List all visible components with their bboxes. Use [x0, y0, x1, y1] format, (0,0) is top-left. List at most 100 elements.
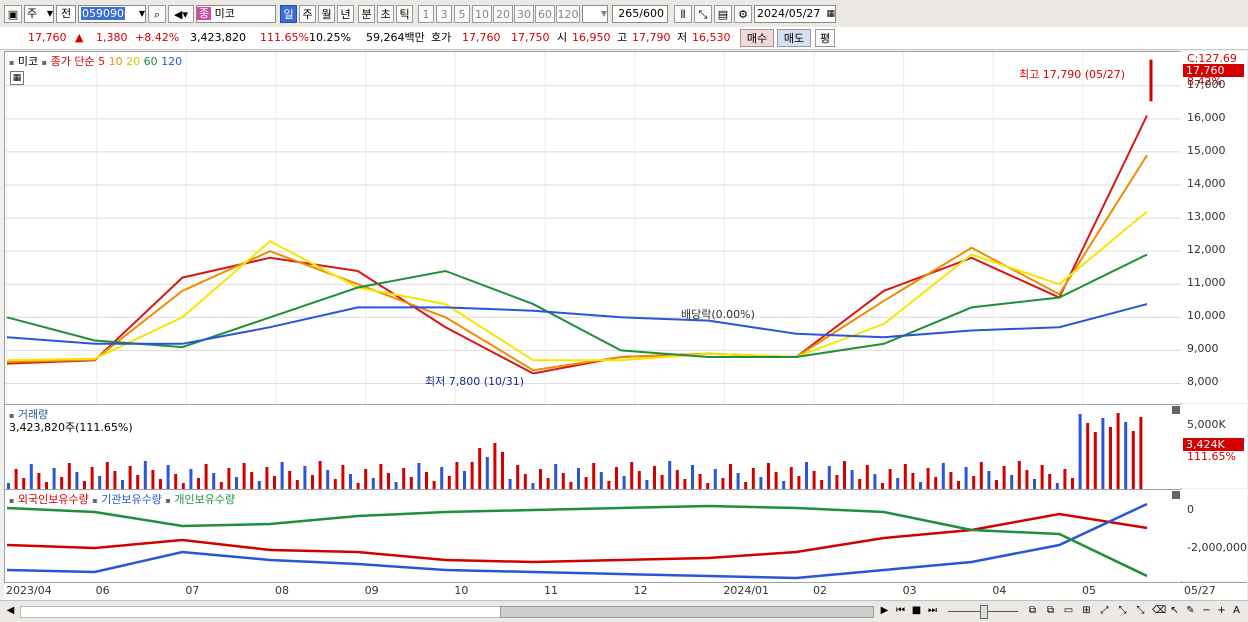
interval-120[interactable]: 120	[556, 5, 580, 23]
stock-code-input[interactable]: 059090 ▼	[78, 5, 146, 23]
custom-interval[interactable]: ▼	[582, 5, 608, 23]
volume-bar	[561, 473, 565, 489]
stock-name-field[interactable]: 종 미코	[196, 5, 276, 23]
volume-bar	[273, 476, 276, 489]
price-y-tick-label: 12,000	[1187, 243, 1226, 257]
scrollbar-thumb[interactable]	[500, 606, 874, 618]
trend-icon[interactable]: ⤢	[1098, 604, 1111, 617]
speaker-icon[interactable]: ◀▾	[168, 5, 194, 23]
font-size-icon[interactable]: A	[1230, 604, 1243, 617]
volume-bar	[311, 475, 314, 489]
volume-bar	[121, 480, 124, 489]
open-price: 16,950	[572, 31, 611, 44]
market-select[interactable]: 주 ▼	[24, 5, 54, 23]
eraser-icon[interactable]: ✎	[1184, 604, 1197, 617]
candle-type-icon[interactable]: ⫴	[674, 5, 692, 23]
tab-tick[interactable]: 틱	[396, 5, 413, 23]
pointer-icon[interactable]: ↖	[1168, 604, 1181, 617]
prev-button[interactable]: 전	[56, 5, 76, 23]
volume-bar	[204, 464, 208, 489]
tab-week[interactable]: 주	[299, 5, 316, 23]
tab-day[interactable]: 일	[280, 5, 297, 23]
scroll-left-icon[interactable]: ◀	[4, 604, 17, 617]
scrollbar-track[interactable]	[20, 606, 502, 618]
arrow-tool-icon-2[interactable]: ⤡	[1134, 604, 1147, 617]
volume-bar	[447, 476, 451, 489]
volume-bar	[698, 474, 702, 489]
draw-tool-icon[interactable]: ⤡	[694, 5, 712, 23]
gear-icon[interactable]: ⚙	[734, 5, 752, 23]
speed-slider-handle[interactable]	[980, 605, 988, 619]
x-axis-label: 04	[992, 584, 1007, 597]
search-icon[interactable]: ⌕	[148, 5, 166, 23]
holdings-y-tick-1: -2,000,000	[1187, 541, 1247, 554]
interval-5[interactable]: 5	[454, 5, 470, 23]
copy-icon[interactable]: ⧉	[1026, 604, 1039, 617]
tab-minute[interactable]: 분	[358, 5, 375, 23]
volume-bar	[789, 467, 793, 489]
panel-close-icon[interactable]	[1172, 491, 1180, 499]
volume-bar	[782, 481, 786, 489]
volume-bar	[371, 478, 375, 489]
scroll-right-icon[interactable]: ▶	[878, 604, 891, 617]
holdings-legend: ▪ 외국인보유수량 ▪ 기관보유수량 ▪ 개인보유수량	[9, 491, 235, 507]
change-pct: +8.42%	[135, 31, 180, 44]
x-axis-label: 06	[95, 584, 110, 597]
layout-icon[interactable]: ▣	[4, 5, 22, 23]
volume-bar	[45, 482, 48, 489]
rewind-icon[interactable]: ⏮	[894, 604, 907, 617]
stop-icon[interactable]: ■	[910, 604, 923, 617]
buy-button[interactable]: 매수	[740, 29, 774, 47]
x-axis-label: 08	[275, 584, 289, 597]
interval-60[interactable]: 60	[535, 5, 555, 23]
interval-30[interactable]: 30	[514, 5, 534, 23]
volume-bar	[1002, 466, 1006, 489]
volume-bar	[318, 461, 322, 489]
stock-label: 미코	[17, 55, 39, 68]
tab-second[interactable]: 초	[377, 5, 394, 23]
interval-10[interactable]: 10	[472, 5, 492, 23]
volume-bar	[805, 462, 808, 489]
crosshair-icon[interactable]: ⊞	[1080, 604, 1093, 617]
volume-bar	[1139, 417, 1143, 489]
volume-bar	[683, 479, 687, 489]
date-field[interactable]: 2024/05/27 ▦	[754, 5, 836, 23]
open-label: 시	[557, 31, 568, 44]
volume-bar	[364, 469, 368, 489]
high-price: 17,790	[632, 31, 671, 44]
volume-bar	[622, 476, 626, 489]
grid-toggle-icon[interactable]: ▦	[10, 71, 24, 85]
zoom-in-icon[interactable]: +	[1215, 604, 1228, 617]
price-y-tick-label: 17,000	[1187, 77, 1226, 91]
volume-bar	[577, 468, 580, 489]
price-y-tick-label: 10,000	[1187, 309, 1226, 323]
interval-1[interactable]: 1	[418, 5, 434, 23]
volume-bar	[52, 468, 56, 489]
ma-label: 종가 단순	[50, 55, 95, 68]
count-field[interactable]: 265/600	[612, 5, 668, 23]
panel-close-icon[interactable]	[1172, 406, 1180, 414]
copy-icon-2[interactable]: ⧉	[1044, 604, 1057, 617]
price-y-tick-label: 8,000	[1187, 375, 1219, 389]
volume-bar	[691, 465, 694, 489]
volume-bar	[1071, 478, 1074, 489]
calendar-icon: ▦	[826, 9, 835, 19]
tab-month[interactable]: 월	[318, 5, 335, 23]
stock-code-value: 059090	[81, 7, 125, 20]
zoom-out-icon[interactable]: −	[1200, 604, 1213, 617]
arrow-tool-icon[interactable]: ⤡	[1116, 604, 1129, 617]
erase-icon[interactable]: ⌫	[1152, 604, 1166, 617]
tab-year[interactable]: 년	[337, 5, 354, 23]
volume-bar	[843, 461, 846, 489]
forward-icon[interactable]: ⏭	[926, 604, 939, 617]
interval-20[interactable]: 20	[493, 5, 513, 23]
sell-button[interactable]: 매도	[777, 29, 811, 47]
box-icon[interactable]: ▭	[1062, 604, 1075, 617]
square-icon: ▪	[9, 496, 15, 505]
volume-bar	[22, 478, 26, 489]
volume-bar	[630, 462, 634, 489]
volume-bar	[523, 474, 527, 489]
pyeong-button[interactable]: 평	[815, 29, 835, 47]
interval-3[interactable]: 3	[436, 5, 452, 23]
save-icon[interactable]: ▤	[714, 5, 732, 23]
